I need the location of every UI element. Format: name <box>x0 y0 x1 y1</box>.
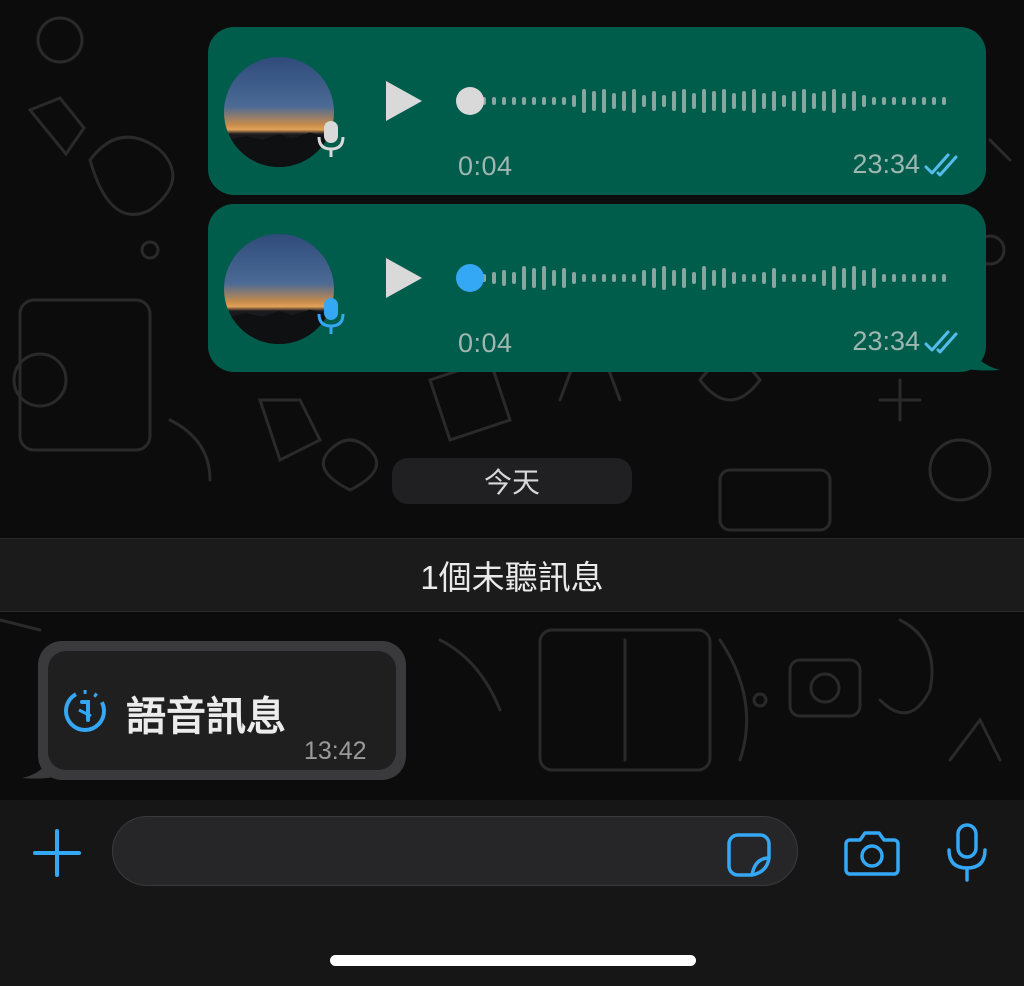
sticker-icon[interactable] <box>726 832 772 878</box>
playhead[interactable] <box>456 87 484 115</box>
outgoing-voice-message[interactable]: 0:04 23:34 <box>208 27 986 195</box>
waveform[interactable] <box>454 79 954 123</box>
voice-message-label: 語音訊息 <box>126 695 286 739</box>
view-once-icon[interactable] <box>62 688 108 734</box>
playhead[interactable] <box>456 264 484 292</box>
outgoing-voice-message[interactable]: 0:04 23:34 <box>208 204 986 372</box>
waveform[interactable] <box>454 256 954 300</box>
message-time: 23:34 <box>852 149 920 179</box>
double-check-icon <box>924 153 958 177</box>
microphone-icon <box>317 298 345 334</box>
voice-duration: 0:04 <box>458 328 513 358</box>
play-icon[interactable] <box>384 256 424 300</box>
camera-icon[interactable] <box>844 826 900 878</box>
message-input[interactable] <box>112 816 798 886</box>
bubble-tail <box>960 322 1000 371</box>
play-icon[interactable] <box>384 79 424 123</box>
home-indicator[interactable] <box>330 955 696 966</box>
unread-banner: 1個未聽訊息 <box>0 538 1024 612</box>
plus-icon[interactable] <box>32 828 82 878</box>
microphone-icon[interactable] <box>944 822 990 884</box>
voice-duration: 0:04 <box>458 151 513 181</box>
message-time: 23:34 <box>852 326 920 356</box>
double-check-icon <box>924 330 958 354</box>
date-separator: 今天 <box>392 458 632 504</box>
microphone-icon <box>317 121 345 157</box>
message-time: 13:42 <box>304 737 367 765</box>
